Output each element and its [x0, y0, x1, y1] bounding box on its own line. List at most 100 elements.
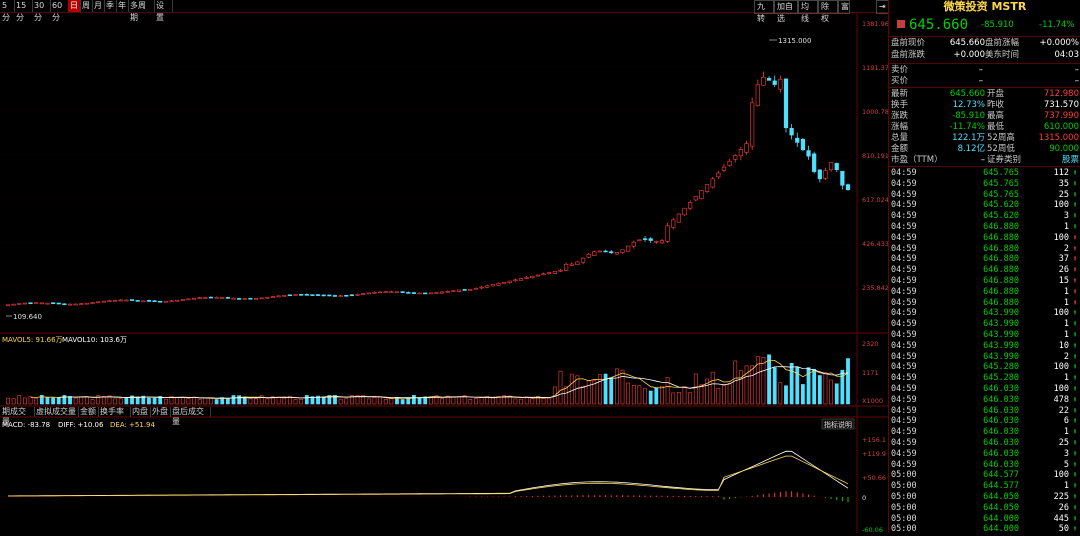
tick-direction-icon: ⬆ — [1072, 276, 1078, 285]
kline-chart-svg: 1381.964 1191.373 1000.782 810.191 617.024 42… — [0, 12, 893, 534]
tick-price: 646.880 — [983, 254, 1019, 265]
bid-ask-volume: – — [1074, 76, 1079, 86]
candle-body-56 — [321, 294, 326, 297]
period-tab-2[interactable]: 30分 — [32, 0, 51, 22]
candle-body-45 — [259, 297, 264, 300]
candle-body-27 — [158, 300, 163, 303]
candle-body-24 — [141, 300, 146, 303]
price-axis-label-2: 1000.782 — [862, 108, 888, 116]
volume-bar-116 — [660, 385, 664, 405]
volume-bar-112 — [637, 385, 642, 405]
tick-time: 04:59 — [891, 319, 917, 330]
tick-volume: 100 — [1053, 232, 1069, 243]
tick-time: 05:00 — [891, 470, 917, 481]
stat-label: 最新 — [891, 89, 909, 99]
premarket-label: 美东时间 — [985, 50, 1020, 60]
volume-bar-26 — [152, 397, 157, 405]
tick-price: 645.765 — [983, 178, 1019, 189]
indicator-tab-2[interactable]: 金额 — [78, 407, 99, 417]
candle-body-116 — [659, 240, 665, 244]
volume-bar-135 — [767, 354, 771, 405]
tick-price: 643.990 — [983, 319, 1019, 330]
candle-body-85 — [485, 285, 490, 288]
period-tab-10[interactable]: 设置 — [154, 0, 173, 22]
stat-row: 金额 8.12亿 52周低 90.000 — [889, 144, 1080, 155]
volume-bar-60 — [344, 398, 349, 405]
candle-body-125 — [710, 178, 715, 188]
volume-bar-146 — [829, 379, 833, 405]
volume-bar-1 — [11, 398, 16, 405]
volume-bar-43 — [248, 398, 253, 405]
period-tab-1[interactable]: 15分 — [14, 0, 33, 22]
tick-row: 04:59 645.765 112 ⬆ — [889, 168, 1080, 179]
candle-body-94 — [535, 274, 541, 277]
candle-body-10 — [62, 303, 67, 306]
volume-axis-label-2: X1000 — [862, 397, 883, 405]
candle-body-136 — [772, 80, 777, 85]
volume-bar-42 — [242, 396, 247, 405]
tick-row: 05:00 644.050 225 ⬆ — [889, 492, 1080, 503]
tick-row: 05:00 644.577 1 ⬆ — [889, 481, 1080, 492]
candle-body-73 — [417, 292, 422, 295]
volume-bar-106 — [603, 373, 608, 405]
tick-price: 646.880 — [983, 286, 1019, 297]
indicator-tab-4[interactable]: 内盘 — [130, 407, 151, 417]
candle-body-90 — [513, 279, 518, 282]
tick-time: 04:59 — [891, 189, 917, 200]
tick-row: 04:59 643.990 100 ⬆ — [889, 308, 1080, 319]
macd-axis-label-2: +50.66 — [862, 474, 886, 482]
kline-chart-area[interactable]: 1381.964 1191.373 1000.782 810.191 617.024 42… — [0, 12, 893, 534]
tick-time: 05:00 — [891, 492, 917, 502]
volume-bar-69 — [395, 397, 399, 405]
volume-bar-52 — [299, 399, 304, 405]
indicator-tab-5[interactable]: 外盘 — [150, 407, 171, 417]
stat-value: 1315.000 — [1038, 133, 1079, 143]
volume-bar-96 — [547, 397, 552, 405]
volume-bar-137 — [778, 382, 783, 405]
volume-axis-label-0: 2320 — [862, 340, 879, 348]
volume-bar-98 — [558, 370, 563, 405]
candle-body-54 — [310, 294, 315, 296]
volume-bar-70 — [400, 399, 405, 405]
indicator-tab-1[interactable]: 虚拟成交量 — [34, 407, 79, 417]
tick-time: 04:59 — [891, 427, 917, 438]
tick-direction-icon: ⬆ — [1072, 481, 1078, 491]
premarket-value: 04:03 — [1054, 50, 1080, 60]
tick-price: 645.280 — [983, 362, 1019, 373]
tick-volume: 26 — [1058, 502, 1069, 513]
volume-bar-25 — [147, 397, 151, 405]
volume-bar-40 — [231, 395, 236, 405]
indicator-tab-3[interactable]: 换手率 — [98, 407, 131, 417]
candle-body-100 — [569, 263, 574, 266]
volume-bar-65 — [372, 397, 377, 405]
indicator-tab-0[interactable]: 期成交量 — [0, 407, 35, 426]
tick-volume: 100 — [1053, 470, 1069, 481]
tick-time: 05:00 — [891, 513, 917, 524]
bid-ask-price: – — [978, 76, 983, 86]
tick-price: 646.880 — [983, 265, 1019, 276]
candle-body-145 — [823, 170, 828, 179]
period-tab-9[interactable]: 多周期 — [128, 0, 155, 22]
candle-body-74 — [423, 292, 428, 295]
tick-time: 04:59 — [891, 254, 917, 265]
volume-bar-13 — [79, 396, 84, 405]
indicator-tab-6[interactable]: 盘后成交量 — [170, 407, 211, 426]
tick-direction-icon: ⬆ — [1072, 427, 1078, 437]
tick-volume: 6 — [1063, 416, 1069, 427]
period-tab-3[interactable]: 60分 — [50, 0, 69, 22]
bid-ask-label: 卖价 — [891, 65, 909, 75]
volume-bar-95 — [541, 398, 546, 405]
period-tab-0[interactable]: 5分 — [0, 0, 15, 22]
candle-body-0 — [5, 304, 11, 307]
tick-row: 04:59 646.030 6 ⬆ — [889, 416, 1080, 427]
stat-value: 731.570 — [1043, 100, 1079, 110]
tick-price: 645.280 — [983, 373, 1019, 384]
tick-time: 05:00 — [891, 481, 917, 492]
candle-body-5 — [34, 302, 39, 305]
volume-bar-31 — [180, 396, 185, 405]
tick-time: 04:59 — [891, 286, 917, 297]
tick-volume: 1 — [1063, 481, 1069, 492]
candle-body-11 — [67, 303, 73, 306]
tick-volume: 445 — [1053, 513, 1069, 524]
tick-direction-icon: ⬆ — [1072, 308, 1078, 318]
